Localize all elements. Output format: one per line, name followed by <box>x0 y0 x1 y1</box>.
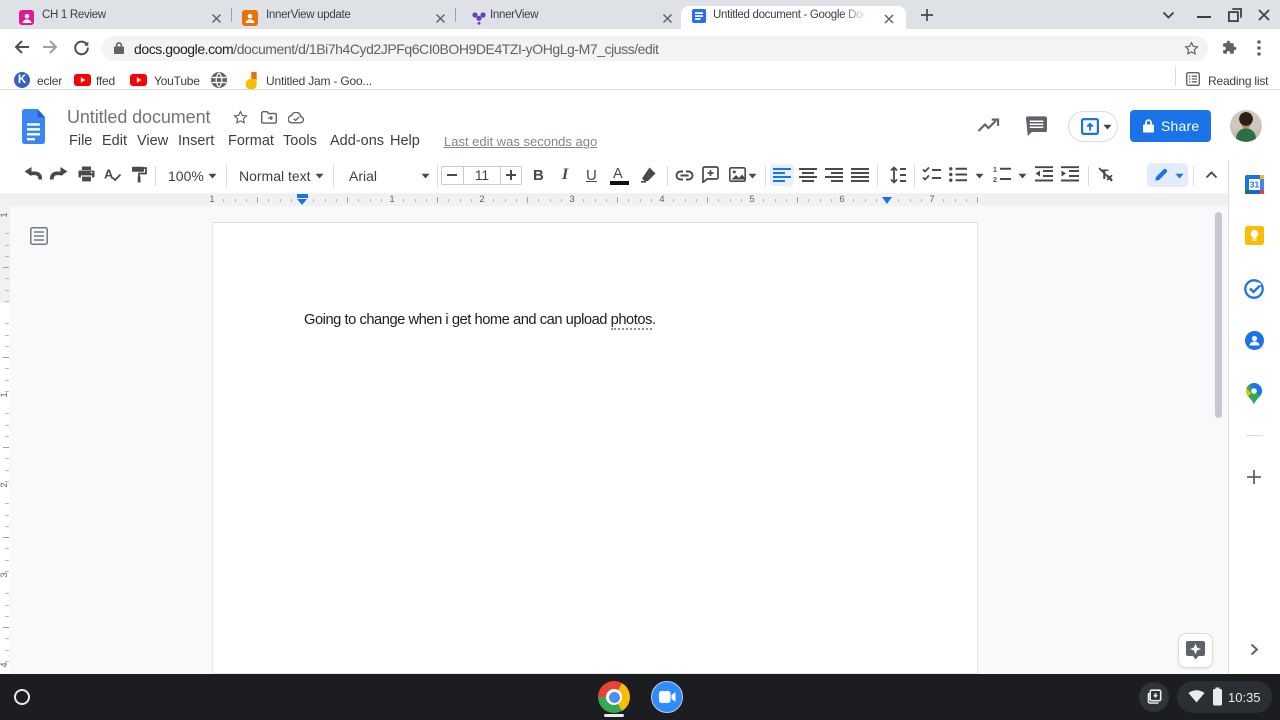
svg-text:A: A <box>104 167 114 182</box>
svg-text:1: 1 <box>993 167 997 174</box>
svg-text:2: 2 <box>993 177 997 183</box>
svg-text:31: 31 <box>1250 180 1260 190</box>
